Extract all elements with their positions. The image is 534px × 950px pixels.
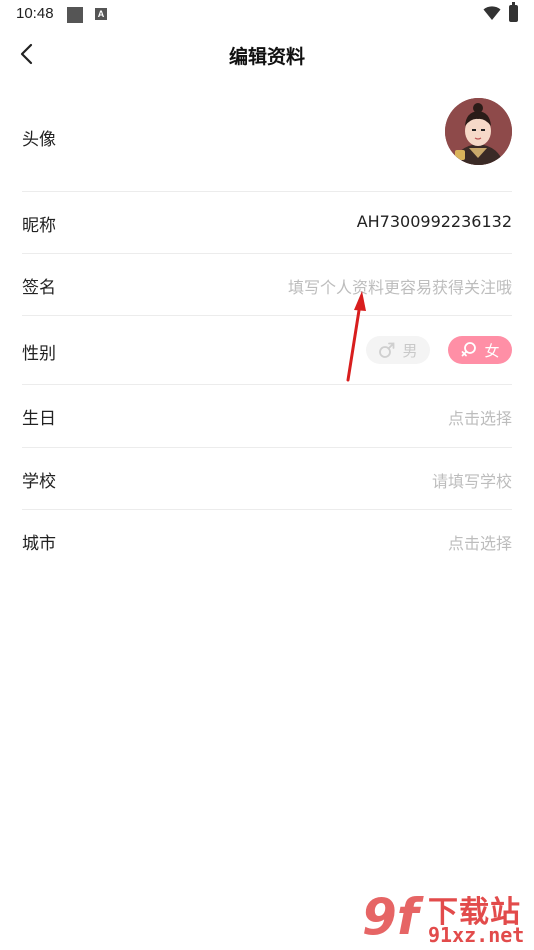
nickname-value: AH7300992236132 (356, 212, 512, 231)
avatar-label: 头像 (22, 130, 56, 150)
wifi-icon (483, 6, 501, 20)
notification-a-icon: A (95, 8, 107, 20)
header: 编辑资料 (0, 32, 534, 76)
signature-label: 签名 (22, 278, 56, 298)
school-row[interactable]: 学校 请填写学校 (22, 448, 512, 510)
signature-row[interactable]: 签名 填写个人资料更容易获得关注哦 (22, 254, 512, 316)
birthday-row[interactable]: 生日 点击选择 (22, 385, 512, 448)
birthday-label: 生日 (22, 409, 56, 429)
nickname-label: 昵称 (22, 216, 56, 236)
birthday-picker[interactable]: 点击选择 (448, 405, 512, 429)
battery-icon (509, 2, 518, 22)
avatar-row[interactable]: 头像 (22, 88, 512, 192)
city-picker[interactable]: 点击选择 (448, 530, 512, 554)
school-input[interactable]: 请填写学校 (432, 468, 512, 492)
city-label: 城市 (22, 534, 56, 554)
watermark-mark: 9f (362, 888, 419, 946)
gender-female-button[interactable]: 女 (448, 336, 512, 364)
status-time: 10:48 (16, 5, 54, 22)
notification-square-icon (67, 7, 83, 23)
nickname-row[interactable]: 昵称 AH7300992236132 (22, 192, 512, 254)
gender-label: 性别 (22, 344, 56, 364)
watermark-logo: 9f 下载站 91xz.net (360, 885, 534, 950)
signature-input[interactable]: 填写个人资料更容易获得关注哦 (288, 274, 512, 298)
status-bar: 10:48 A (0, 0, 534, 28)
gender-row: 性别 男 女 (22, 316, 512, 385)
watermark-domain: 91xz.net (428, 923, 525, 947)
city-row[interactable]: 城市 点击选择 (22, 510, 512, 572)
male-icon (379, 342, 395, 358)
gender-male-button[interactable]: 男 (366, 336, 430, 364)
school-label: 学校 (22, 472, 56, 492)
gender-female-label: 女 (484, 341, 500, 360)
gender-male-label: 男 (402, 341, 418, 360)
female-icon (462, 342, 477, 357)
avatar[interactable] (445, 98, 512, 165)
avatar-image (445, 98, 512, 165)
page-title: 编辑资料 (228, 46, 305, 68)
